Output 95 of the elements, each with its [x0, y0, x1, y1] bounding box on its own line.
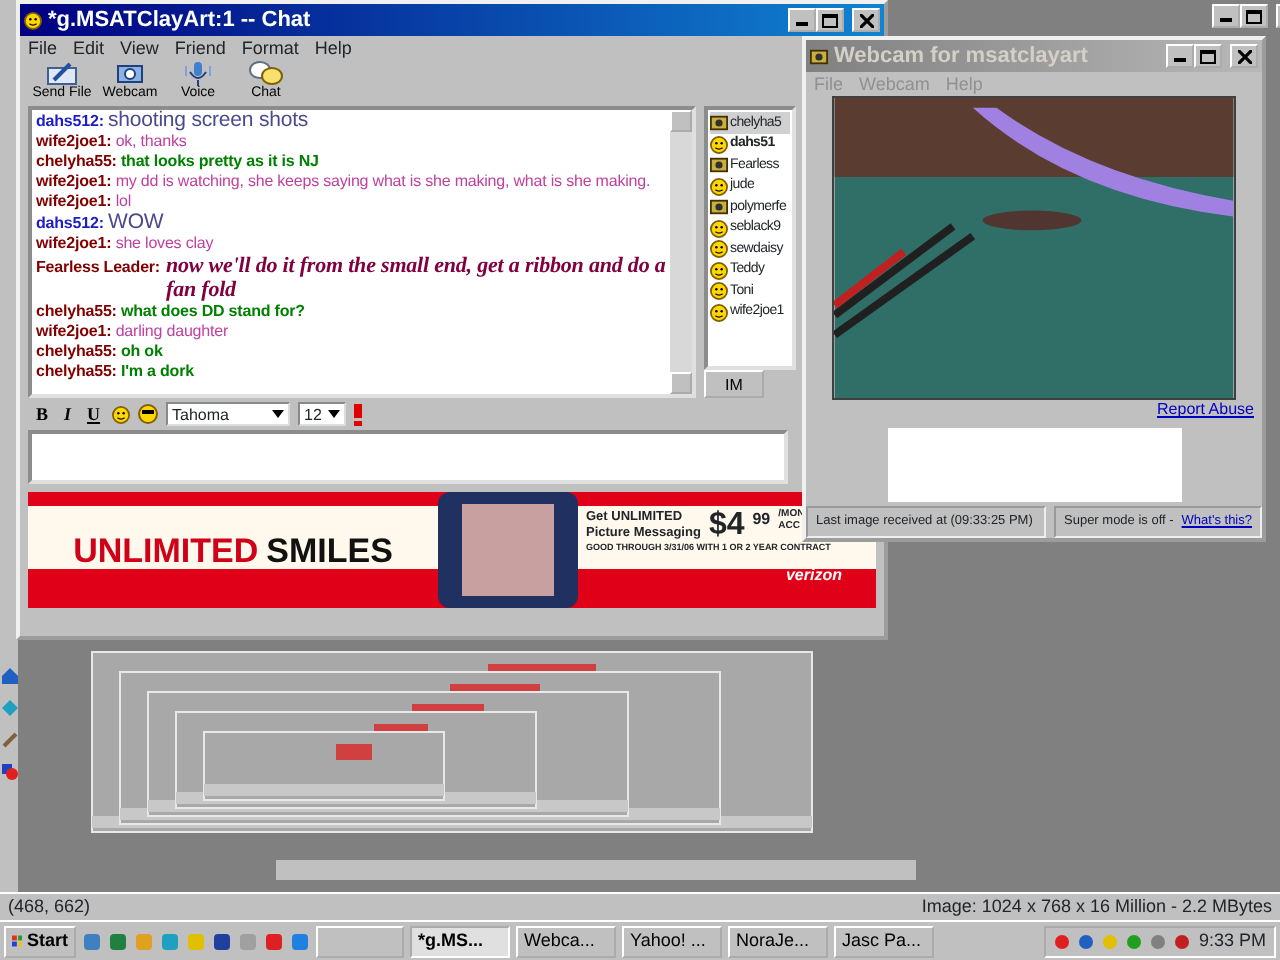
- minimize-button[interactable]: [788, 8, 816, 32]
- message-text: my dd is watching, she keeps saying what is she making, what is she making.: [115, 172, 651, 191]
- menu-item[interactable]: Format: [241, 38, 299, 59]
- message-sender: wife2joe1:: [36, 234, 112, 253]
- camera-icon: [114, 60, 146, 87]
- message-text: that looks pretty as it is NJ: [120, 152, 319, 171]
- message-sender: dahs512:: [36, 112, 104, 131]
- format-button[interactable]: I: [60, 404, 76, 426]
- alert-icon[interactable]: [354, 403, 363, 426]
- webcam-icon: [710, 114, 728, 133]
- webcam-icon: [710, 156, 728, 175]
- pen-icon: [46, 60, 78, 87]
- ad-headline: UNLIMITED: [73, 531, 259, 571]
- report-abuse-link[interactable]: Report Abuse: [1157, 400, 1254, 419]
- menu-item[interactable]: Friend: [174, 38, 226, 59]
- message-input[interactable]: [28, 430, 788, 485]
- menu-item[interactable]: Edit: [73, 38, 105, 59]
- webcam-icon: [710, 198, 728, 217]
- message-sender: wife2joe1:: [36, 192, 112, 211]
- message-text: I'm a dork: [120, 362, 194, 381]
- smiley-icon: [710, 177, 728, 196]
- message-text: ok, thanks: [115, 132, 187, 151]
- window-title: *g.MSATClayArt:1 -- Chat: [48, 7, 311, 33]
- smiley-icon: [710, 303, 728, 322]
- ad-price-cents: 99: [752, 510, 771, 530]
- close-icon: [859, 13, 873, 27]
- task-button[interactable]: NoraJe...: [728, 925, 828, 957]
- diamond-icon[interactable]: [1, 700, 17, 716]
- shapes-icon[interactable]: [1, 764, 17, 780]
- message-text: WOW: [108, 210, 164, 235]
- ad-price: $4: [708, 510, 745, 543]
- message-text: now we'll do it from the small end, get a ribbon and do a fan fold: [166, 254, 666, 303]
- message-text: oh ok: [120, 342, 163, 361]
- maximize-icon: [822, 13, 838, 27]
- message-text: what does DD stand for?: [120, 302, 305, 321]
- smiley-icon: [710, 219, 728, 238]
- menu-item[interactable]: Help: [314, 38, 352, 59]
- smiley-icon: [710, 135, 728, 154]
- close-icon: [1237, 49, 1251, 63]
- message-sender: wife2joe1:: [36, 322, 112, 341]
- maximize-button[interactable]: [1240, 4, 1268, 28]
- image-info: Image: 1024 x 768 x 16 Million - 2.2 MBytes: [921, 896, 1272, 918]
- smiley-icon: [24, 11, 42, 29]
- message-text: shooting screen shots: [108, 110, 309, 133]
- pencil-icon[interactable]: [1, 732, 17, 748]
- maximize-button[interactable]: [816, 8, 844, 32]
- message-sender: dahs512:: [36, 214, 104, 233]
- close-button[interactable]: [1230, 44, 1258, 68]
- minimize-button[interactable]: [1212, 4, 1240, 28]
- maximize-icon: [1200, 49, 1216, 63]
- size-select[interactable]: 12: [298, 402, 347, 427]
- message-sender: chelyha55:: [36, 302, 117, 321]
- message-sender: wife2joe1:: [36, 172, 112, 191]
- smiley-icon: [710, 240, 728, 259]
- cursor-coordinates: (468, 662): [8, 896, 91, 918]
- message-sender: chelyha55:: [36, 362, 117, 381]
- message-sender: Fearless Leader:: [36, 258, 160, 279]
- message-sender: chelyha55:: [36, 152, 117, 171]
- message-sender: wife2joe1:: [36, 132, 112, 151]
- task-button[interactable]: Yahoo! ...: [622, 925, 722, 957]
- start-button[interactable]: Start: [4, 925, 76, 957]
- brand-logo: verizon: [785, 565, 844, 584]
- clock: 9:33 PM: [1198, 930, 1266, 952]
- smiley-icon: [710, 261, 728, 280]
- task-button[interactable]: [316, 925, 404, 957]
- message-sender: chelyha55:: [36, 342, 117, 361]
- maximize-button[interactable]: [1194, 44, 1222, 68]
- chat-bubbles-icon: [248, 60, 284, 87]
- menu-item[interactable]: View: [120, 38, 159, 59]
- message-text: she loves clay: [115, 234, 214, 253]
- sunglasses-icon[interactable]: [138, 404, 159, 425]
- caret-icon[interactable]: [328, 410, 341, 419]
- format-button[interactable]: B: [32, 404, 53, 426]
- message-text: darling daughter: [115, 322, 229, 341]
- minimize-button[interactable]: [1166, 44, 1194, 68]
- house-icon[interactable]: [1, 668, 17, 684]
- task-button[interactable]: Webca...: [516, 925, 616, 957]
- message-text: lol: [115, 192, 132, 211]
- webcam-icon: [810, 47, 828, 65]
- font-select[interactable]: Tahoma: [166, 402, 291, 427]
- windows-logo-icon: [12, 932, 23, 950]
- maximize-icon: [1246, 9, 1262, 23]
- ad-headline: SMILES: [266, 531, 393, 571]
- task-button[interactable]: *g.MS...: [410, 925, 510, 957]
- format-button[interactable]: U: [83, 404, 105, 426]
- task-button[interactable]: Jasc Pa...: [834, 925, 934, 957]
- microphone-icon: [182, 60, 214, 87]
- photo-placeholder: [462, 504, 554, 597]
- window-title: Webcam for msatclayart: [834, 43, 1088, 69]
- close-button[interactable]: [852, 8, 880, 32]
- im-button[interactable]: IM: [704, 370, 764, 399]
- menu-item[interactable]: File: [28, 38, 58, 59]
- emoticon-icon: [112, 405, 131, 424]
- caret-icon[interactable]: [272, 410, 285, 419]
- smiley-icon: [710, 282, 728, 301]
